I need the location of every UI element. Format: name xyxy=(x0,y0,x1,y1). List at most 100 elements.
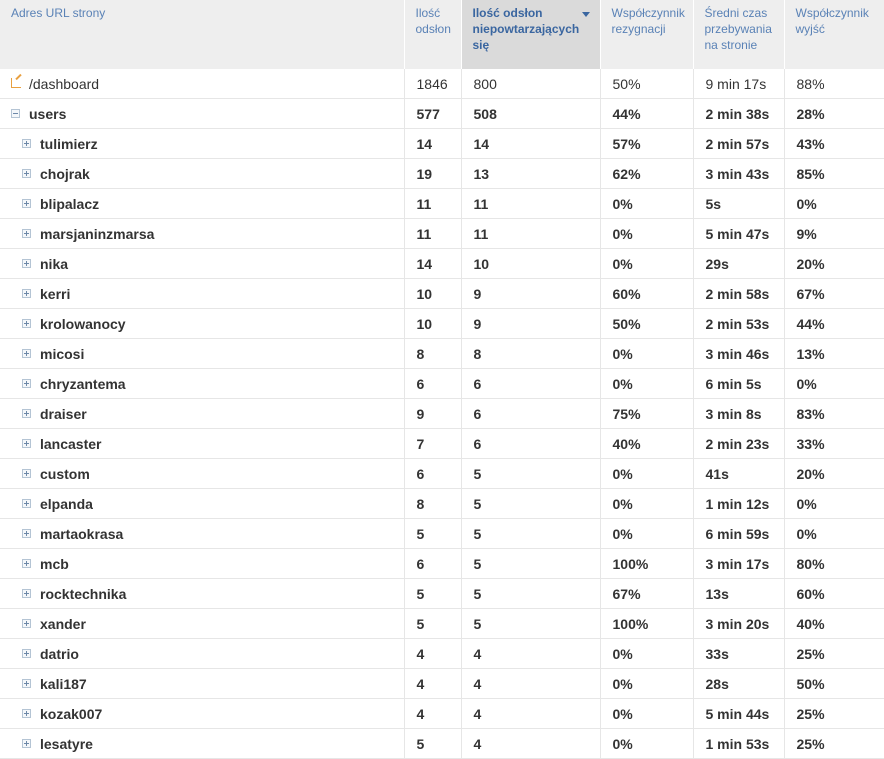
page-label[interactable]: draiser xyxy=(40,406,87,422)
table-row[interactable]: draiser 9 6 75% 3 min 8s 83% xyxy=(0,398,884,429)
expand-icon[interactable] xyxy=(22,589,31,599)
page-url-cell[interactable]: elpanda xyxy=(0,488,404,519)
page-label[interactable]: marsjaninzmarsa xyxy=(40,226,154,242)
page-url-cell[interactable]: mcb xyxy=(0,548,404,579)
page-url-cell[interactable]: chryzantema xyxy=(0,368,404,399)
page-url-cell[interactable]: datrio xyxy=(0,638,404,669)
table-row[interactable]: kerri 10 9 60% 2 min 58s 67% xyxy=(0,278,884,309)
page-url-cell[interactable]: martaokrasa xyxy=(0,518,404,549)
expand-icon[interactable] xyxy=(22,289,31,299)
table-row[interactable]: custom 6 5 0% 41s 20% xyxy=(0,458,884,489)
page-label[interactable]: /dashboard xyxy=(29,76,99,92)
expand-icon[interactable] xyxy=(22,709,31,719)
page-label[interactable]: kali187 xyxy=(40,676,87,692)
page-label[interactable]: xander xyxy=(40,616,86,632)
expand-icon[interactable] xyxy=(22,319,31,329)
page-label[interactable]: custom xyxy=(40,466,90,482)
table-row-top[interactable]: /dashboard 1846 800 50% 9 min 17s 88% xyxy=(0,69,884,99)
exit-rate-cell: 83% xyxy=(783,398,884,429)
page-url-cell[interactable]: kozak007 xyxy=(0,698,404,729)
expand-icon[interactable] xyxy=(22,199,31,209)
expand-icon[interactable] xyxy=(22,619,31,629)
page-label[interactable]: chryzantema xyxy=(40,376,126,392)
page-url-cell[interactable]: blipalacz xyxy=(0,188,404,219)
page-label[interactable]: kozak007 xyxy=(40,706,102,722)
table-row[interactable]: rocktechnika 5 5 67% 13s 60% xyxy=(0,578,884,609)
expand-icon[interactable] xyxy=(22,559,31,569)
page-label[interactable]: lesatyre xyxy=(40,736,93,752)
page-url-cell[interactable]: draiser xyxy=(0,398,404,429)
table-row-group[interactable]: users 577 508 44% 2 min 38s 28% xyxy=(0,98,884,129)
expand-icon[interactable] xyxy=(22,649,31,659)
table-row[interactable]: martaokrasa 5 5 0% 6 min 59s 0% xyxy=(0,518,884,549)
page-label[interactable]: elpanda xyxy=(40,496,93,512)
page-label[interactable]: datrio xyxy=(40,646,79,662)
page-url-cell[interactable]: nika xyxy=(0,248,404,279)
page-url-cell[interactable]: kali187 xyxy=(0,668,404,699)
table-row[interactable]: chryzantema 6 6 0% 6 min 5s 0% xyxy=(0,368,884,399)
table-row[interactable]: lancaster 7 6 40% 2 min 23s 33% xyxy=(0,428,884,459)
table-row[interactable]: tulimierz 14 14 57% 2 min 57s 43% xyxy=(0,128,884,159)
page-url-cell[interactable]: krolowanocy xyxy=(0,308,404,339)
table-row[interactable]: elpanda 8 5 0% 1 min 12s 0% xyxy=(0,488,884,519)
table-row[interactable]: kozak007 4 4 0% 5 min 44s 25% xyxy=(0,698,884,729)
page-url-cell[interactable]: tulimierz xyxy=(0,128,404,159)
bounce-rate-cell: 100% xyxy=(599,548,693,579)
header-avg-time[interactable]: Średni czas przebywania na stronie xyxy=(692,0,784,69)
table-row[interactable]: krolowanocy 10 9 50% 2 min 53s 44% xyxy=(0,308,884,339)
page-label[interactable]: kerri xyxy=(40,286,70,302)
header-page-url[interactable]: Adres URL strony xyxy=(0,0,404,69)
expand-icon[interactable] xyxy=(22,469,31,479)
expand-icon[interactable] xyxy=(22,379,31,389)
table-row[interactable]: nika 14 10 0% 29s 20% xyxy=(0,248,884,279)
page-label[interactable]: lancaster xyxy=(40,436,101,452)
page-label[interactable]: blipalacz xyxy=(40,196,99,212)
table-row[interactable]: micosi 8 8 0% 3 min 46s 13% xyxy=(0,338,884,369)
page-url-cell[interactable]: /dashboard xyxy=(0,69,404,99)
table-row[interactable]: marsjaninzmarsa 11 11 0% 5 min 47s 9% xyxy=(0,218,884,249)
expand-icon[interactable] xyxy=(22,679,31,689)
expand-icon[interactable] xyxy=(22,229,31,239)
expand-icon[interactable] xyxy=(22,529,31,539)
page-url-cell[interactable]: kerri xyxy=(0,278,404,309)
page-url-cell[interactable]: micosi xyxy=(0,338,404,369)
page-url-cell[interactable]: marsjaninzmarsa xyxy=(0,218,404,249)
page-url-cell[interactable]: custom xyxy=(0,458,404,489)
table-row[interactable]: mcb 6 5 100% 3 min 17s 80% xyxy=(0,548,884,579)
table-row[interactable]: xander 5 5 100% 3 min 20s 40% xyxy=(0,608,884,639)
expand-icon[interactable] xyxy=(22,499,31,509)
header-pageviews[interactable]: Ilość odsłon xyxy=(403,0,461,69)
external-link-icon[interactable] xyxy=(11,78,21,89)
header-bounce-rate[interactable]: Współczynnik rezygnacji xyxy=(599,0,693,69)
table-row[interactable]: lesatyre 5 4 0% 1 min 53s 25% xyxy=(0,728,884,759)
page-label[interactable]: nika xyxy=(40,256,68,272)
page-url-cell[interactable]: chojrak xyxy=(0,158,404,189)
page-url-cell[interactable]: lesatyre xyxy=(0,728,404,759)
header-unique-pageviews[interactable]: Ilość odsłon niepowtarzających się xyxy=(460,0,600,69)
expand-icon[interactable] xyxy=(22,739,31,749)
page-label[interactable]: rocktechnika xyxy=(40,586,126,602)
expand-icon[interactable] xyxy=(22,169,31,179)
page-label[interactable]: users xyxy=(29,106,66,122)
expand-icon[interactable] xyxy=(22,259,31,269)
table-row[interactable]: blipalacz 11 11 0% 5s 0% xyxy=(0,188,884,219)
expand-icon[interactable] xyxy=(22,439,31,449)
expand-icon[interactable] xyxy=(22,409,31,419)
page-label[interactable]: tulimierz xyxy=(40,136,98,152)
page-label[interactable]: martaokrasa xyxy=(40,526,123,542)
page-label[interactable]: krolowanocy xyxy=(40,316,126,332)
page-label[interactable]: mcb xyxy=(40,556,69,572)
page-url-cell[interactable]: rocktechnika xyxy=(0,578,404,609)
page-label[interactable]: micosi xyxy=(40,346,84,362)
header-exit-rate[interactable]: Współczynnik wyjść xyxy=(783,0,884,69)
table-row[interactable]: chojrak 19 13 62% 3 min 43s 85% xyxy=(0,158,884,189)
table-row[interactable]: kali187 4 4 0% 28s 50% xyxy=(0,668,884,699)
expand-icon[interactable] xyxy=(22,349,31,359)
table-row[interactable]: datrio 4 4 0% 33s 25% xyxy=(0,638,884,669)
page-url-cell[interactable]: lancaster xyxy=(0,428,404,459)
page-url-cell[interactable]: users xyxy=(0,98,404,129)
page-url-cell[interactable]: xander xyxy=(0,608,404,639)
collapse-icon[interactable] xyxy=(11,109,20,119)
expand-icon[interactable] xyxy=(22,139,31,149)
page-label[interactable]: chojrak xyxy=(40,166,90,182)
